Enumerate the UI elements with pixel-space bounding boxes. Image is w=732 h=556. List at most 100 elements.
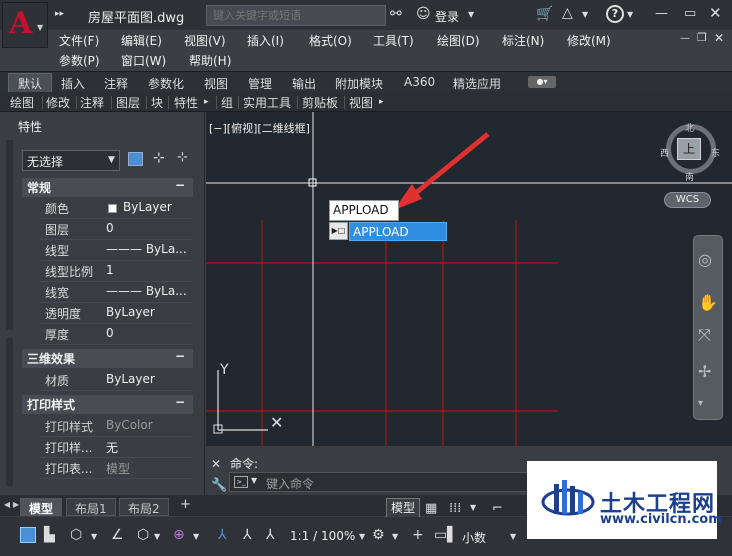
- panel-draw[interactable]: 绘图: [10, 94, 34, 111]
- property-row[interactable]: 图层 0: [40, 219, 193, 240]
- window-maximize-icon[interactable]: ▭: [684, 6, 696, 21]
- units-icon[interactable]: ▭: [434, 527, 447, 543]
- polar-tracking-icon[interactable]: ∠: [111, 527, 124, 543]
- doc-minimize-icon[interactable]: —: [680, 33, 690, 44]
- command-input-placeholder[interactable]: 键入命令: [266, 475, 314, 492]
- help-icon[interactable]: ?: [606, 5, 624, 23]
- tab-default-label[interactable]: 默认: [18, 75, 42, 92]
- snap-toggle-icon[interactable]: ▙: [44, 527, 55, 543]
- snap-mode-icon[interactable]: ⁞⁞⁞: [449, 501, 461, 516]
- panel-clipboard[interactable]: 剪贴板: [302, 94, 338, 111]
- command-close-icon[interactable]: ✕: [211, 457, 221, 471]
- tab-featured-apps[interactable]: 精选应用: [453, 75, 501, 92]
- cart-icon[interactable]: 🛒: [536, 6, 553, 22]
- compass-east[interactable]: 东: [711, 146, 720, 159]
- binoculars-search-icon[interactable]: ⚯: [390, 6, 402, 22]
- iso-chevron-icon[interactable]: ▼: [154, 532, 160, 541]
- drawing-canvas[interactable]: Y ✕: [206, 112, 732, 446]
- isometric-icon[interactable]: ⬡: [137, 527, 149, 543]
- tab-output[interactable]: 输出: [292, 75, 316, 92]
- panel-view-expand-icon[interactable]: ▸: [379, 97, 384, 107]
- object-snap-icon[interactable]: ⊕: [173, 527, 185, 543]
- zoom-icon[interactable]: ⤧: [698, 325, 711, 345]
- palette-scrollbar[interactable]: [6, 140, 13, 330]
- autocomplete-suggestion[interactable]: APPLOAD: [349, 222, 447, 241]
- compass-west[interactable]: 西: [660, 146, 669, 159]
- tab-view[interactable]: 视图: [204, 75, 228, 92]
- annotation-monitor-icon[interactable]: +: [412, 527, 424, 543]
- window-minimize-icon[interactable]: —: [655, 6, 668, 21]
- menu-modify[interactable]: 修改(M): [567, 32, 611, 49]
- ortho-icon[interactable]: ⬡: [70, 527, 82, 543]
- menu-window[interactable]: 窗口(W): [121, 52, 166, 69]
- annotation-visibility-icon[interactable]: ⅄: [218, 527, 227, 543]
- toggle-pickadd-icon[interactable]: [128, 152, 143, 166]
- scale-chevron-icon[interactable]: ▼: [359, 532, 365, 541]
- grid-display-icon[interactable]: ▦: [425, 501, 437, 516]
- menu-view[interactable]: 视图(V): [184, 32, 226, 49]
- menu-insert[interactable]: 插入(I): [247, 32, 284, 49]
- window-close-icon[interactable]: ✕: [709, 4, 722, 22]
- grid-toggle-icon[interactable]: [20, 527, 36, 543]
- infer-constraints-icon[interactable]: ⌐: [492, 501, 503, 516]
- wcs-menu-button[interactable]: WCS: [664, 192, 711, 208]
- property-row[interactable]: 透明度 ByLayer: [40, 303, 193, 324]
- select-objects-icon[interactable]: ⊹: [153, 150, 165, 166]
- search-input[interactable]: [206, 5, 386, 26]
- workspace-gear-icon[interactable]: ⚙: [372, 527, 385, 543]
- annotation-scale-icon[interactable]: ⅄: [266, 527, 275, 543]
- panel-layers[interactable]: 图层: [116, 94, 140, 111]
- panel-view[interactable]: 视图: [349, 94, 373, 111]
- tab-scroll-left-icon[interactable]: ◂: [4, 497, 10, 511]
- property-value[interactable]: 模型: [106, 460, 192, 477]
- panel-utilities[interactable]: 实用工具: [243, 94, 291, 111]
- collapse-icon[interactable]: −: [175, 349, 185, 363]
- selection-dropdown[interactable]: 无选择: [22, 150, 120, 171]
- viewcube-face[interactable]: 上: [677, 138, 701, 160]
- command-prompt-icon[interactable]: >_: [234, 476, 248, 488]
- autodesk-exchange-icon[interactable]: △: [562, 5, 573, 21]
- ribbon-toggle-button[interactable]: ●▾: [528, 76, 556, 88]
- snap-chevron-icon[interactable]: ▼: [470, 503, 476, 512]
- viewport-controls-label[interactable]: [−][俯视][二维线框]: [209, 120, 310, 136]
- tab-layout2[interactable]: 布局2: [119, 498, 169, 516]
- tab-a360[interactable]: A360: [404, 75, 435, 89]
- login-button[interactable]: 登录: [435, 8, 459, 25]
- ortho-chevron-icon[interactable]: ▼: [91, 532, 97, 541]
- menu-draw[interactable]: 绘图(D): [437, 32, 480, 49]
- compass-north[interactable]: 北: [685, 121, 694, 134]
- property-value[interactable]: ByLayer: [106, 305, 192, 319]
- property-value[interactable]: ByLayer: [106, 372, 192, 386]
- workspace-chevron-icon[interactable]: ▼: [392, 532, 398, 541]
- panel-annotate[interactable]: 注释: [80, 94, 104, 111]
- tab-scroll-right-icon[interactable]: ▸: [13, 497, 19, 511]
- collapse-icon[interactable]: −: [175, 178, 185, 192]
- property-row[interactable]: 线型比例 1: [40, 261, 193, 282]
- compass-south[interactable]: 南: [685, 170, 694, 183]
- command-customize-icon[interactable]: 🔧: [211, 478, 227, 493]
- exchange-chevron-down-icon[interactable]: ▼: [582, 10, 588, 19]
- property-row[interactable]: 打印表... 模型: [40, 458, 193, 479]
- model-space-button[interactable]: 模型: [386, 498, 420, 518]
- palette-scrollbar-lower[interactable]: [6, 338, 13, 486]
- doc-close-icon[interactable]: ✕: [714, 31, 724, 45]
- property-row[interactable]: 材质 ByLayer: [40, 370, 193, 391]
- menu-dimension[interactable]: 标注(N): [502, 32, 544, 49]
- user-icon[interactable]: ☺: [416, 6, 431, 22]
- property-value[interactable]: ——— ByLa...: [106, 284, 192, 298]
- doc-restore-icon[interactable]: ❐: [697, 31, 707, 44]
- tab-insert[interactable]: 插入: [61, 75, 85, 92]
- dynamic-input-tooltip[interactable]: APPLOAD: [329, 200, 399, 221]
- pan-hand-icon[interactable]: ✋: [698, 293, 718, 312]
- selection-chevron-down-icon[interactable]: ▼: [108, 155, 115, 165]
- steering-wheel-icon[interactable]: ◎: [698, 250, 712, 269]
- osnap-chevron-icon[interactable]: ▼: [193, 532, 199, 541]
- units-chevron-icon[interactable]: ▼: [510, 532, 516, 541]
- menu-format[interactable]: 格式(O): [309, 32, 352, 49]
- quick-access-expand-icon[interactable]: ▸▸: [55, 9, 64, 19]
- panel-modify[interactable]: 修改: [46, 94, 70, 111]
- tab-model[interactable]: 模型: [20, 498, 63, 516]
- section-general[interactable]: 常规 −: [22, 178, 193, 197]
- property-row[interactable]: 厚度 0: [40, 324, 193, 345]
- tab-manage[interactable]: 管理: [248, 75, 272, 92]
